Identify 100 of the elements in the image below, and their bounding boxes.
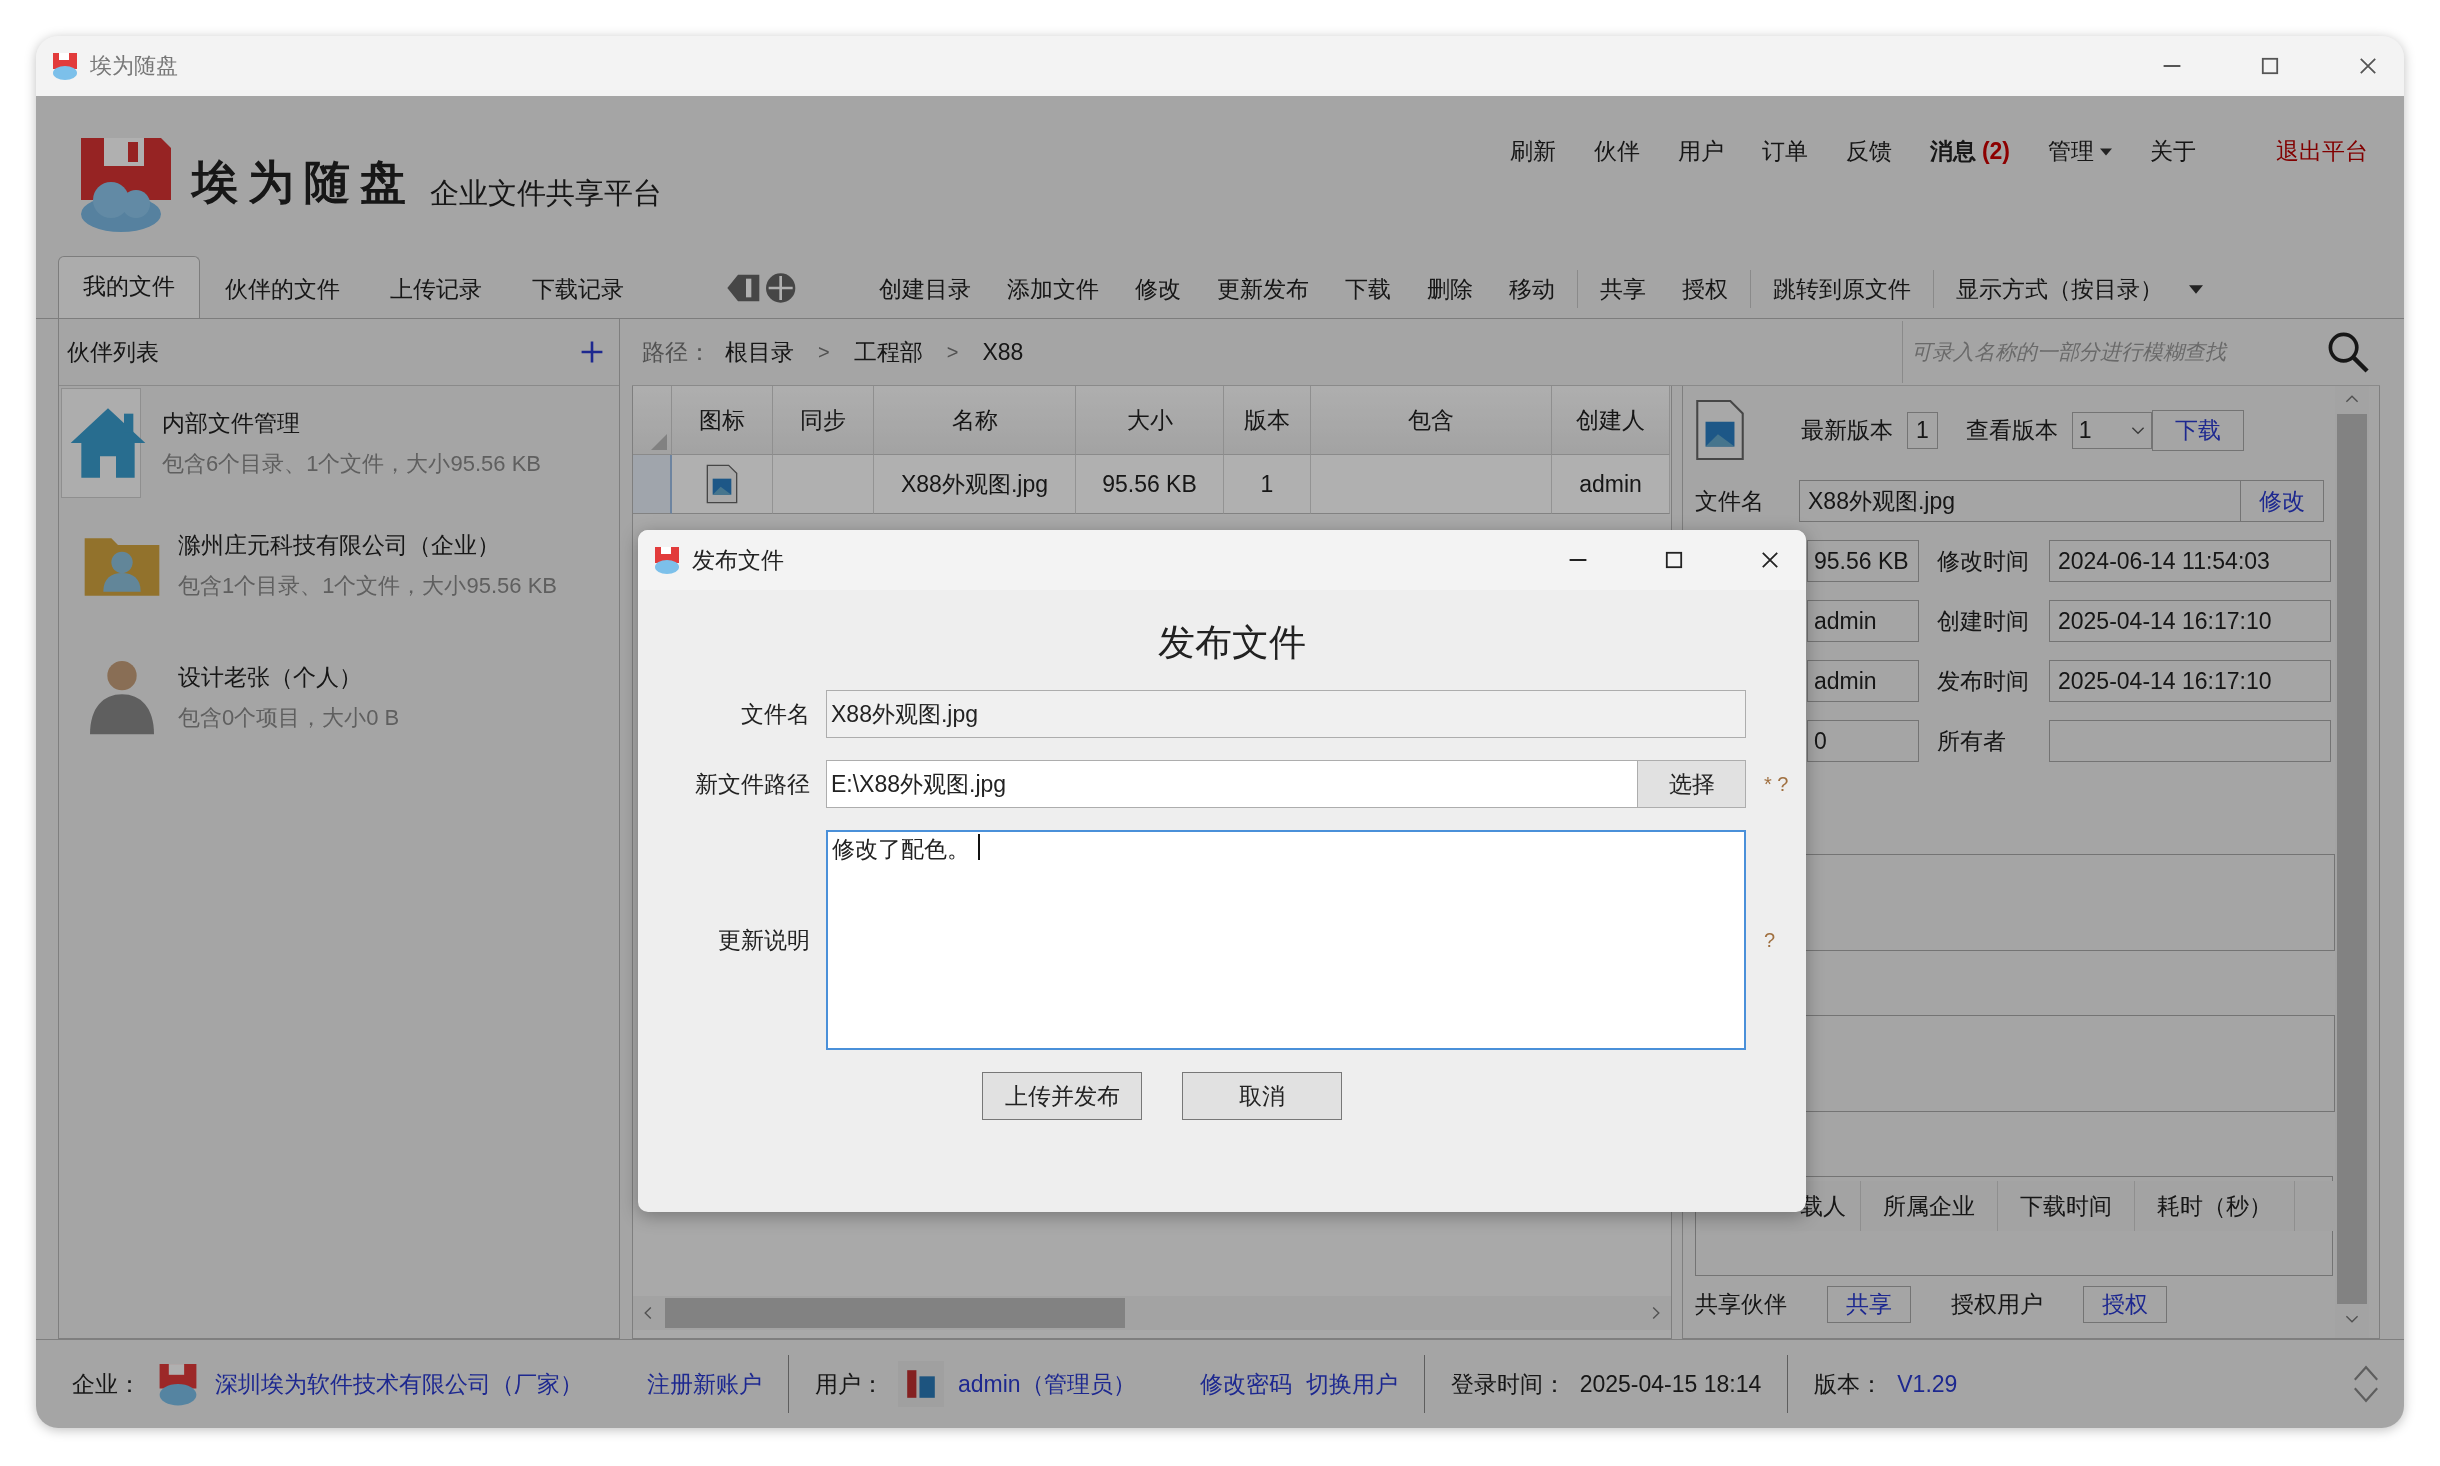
tab[interactable]: 下载记录 [507, 259, 649, 318]
login-time: 2025-04-15 18:14 [1579, 1370, 1762, 1398]
messages-link[interactable]: 消息 (2) [1929, 136, 2010, 167]
toolbar-button[interactable]: 共享 [1582, 260, 1664, 318]
partner-name: 设计老张（个人） [178, 662, 363, 692]
toolbar-button[interactable]: 修改 [1117, 260, 1199, 318]
breadcrumb-separator: > [946, 340, 959, 364]
window-title: 埃为随盘 [90, 52, 178, 80]
info-field: admin [1807, 600, 1919, 642]
toolbar-button[interactable]: 移动 [1491, 260, 1573, 318]
field-label: 授权用户 [1951, 1290, 2043, 1319]
search-icon[interactable] [2326, 330, 2370, 374]
menu-link[interactable]: 用户 [1677, 136, 1724, 167]
expand-collapse-icon[interactable] [2352, 1363, 2380, 1405]
toolbar-button[interactable]: 添加文件 [989, 260, 1117, 318]
version-select[interactable]: 1 [2071, 411, 2152, 449]
change-password-link[interactable]: 修改密码 [1199, 1368, 1292, 1400]
field-label: 文件名 [1695, 486, 1765, 516]
brand-subtitle: 企业文件共享平台 [430, 176, 662, 211]
horizontal-scrollbar[interactable] [633, 1296, 1671, 1330]
toolbar-button[interactable]: 创建目录 [861, 260, 989, 318]
breadcrumb-separator: > [818, 340, 830, 364]
field-label: 发布时间 [1937, 666, 2030, 696]
dialog-heading: 发布文件 [1157, 621, 1307, 665]
view-mode-dropdown[interactable]: 显示方式（按目录） [1938, 260, 2221, 318]
file-path-field[interactable]: E:\X88外观图.jpg [826, 760, 1638, 808]
column-header[interactable]: 名称 [874, 386, 1076, 455]
partner-item[interactable]: 设计老张（个人） 包含0个项目，大小0 B [61, 632, 617, 762]
partner-detail: 包含6个目录、1个文件，大小95.56 KB [162, 449, 541, 478]
field-label: 创建时间 [1937, 606, 2030, 636]
breadcrumb[interactable]: 根目录 [725, 336, 794, 368]
panel-title: 伙伴列表 [67, 337, 159, 367]
tab[interactable]: 伙伴的文件 [200, 259, 365, 318]
caret-icon [2189, 284, 2203, 294]
column-header[interactable]: 包含 [1311, 386, 1552, 455]
table-cell: admin [1552, 455, 1670, 514]
toolbar-button[interactable]: 授权 [1664, 260, 1746, 318]
field-label: 更新说明 [717, 925, 810, 955]
choose-button[interactable]: 选择 [1638, 760, 1746, 808]
dialog-title: 发布文件 [692, 545, 784, 575]
field-label: 修改时间 [1937, 546, 2030, 576]
field-label: 文件名 [740, 699, 810, 729]
table-cell: X88外观图.jpg [874, 455, 1076, 514]
field-label: 查看版本 [1965, 415, 2058, 445]
version-label: 版本： [1814, 1369, 1884, 1399]
authorize-button[interactable]: 授权 [2083, 1286, 2167, 1323]
menu-link[interactable]: 伙伴 [1593, 136, 1640, 167]
image-file-icon [706, 464, 738, 504]
toolbar-button[interactable]: 删除 [1409, 260, 1491, 318]
description-field[interactable]: 修改了配色。 [826, 830, 1746, 1050]
info-field: 2025-04-14 16:17:10 [2049, 600, 2331, 642]
partner-item[interactable]: 滁州庄元科技有限公司（企业） 包含1个目录、1个文件，大小95.56 KB [61, 500, 617, 630]
add-icon[interactable] [579, 339, 605, 365]
breadcrumb[interactable]: 工程部 [853, 336, 923, 368]
field-label: 最新版本 [1801, 415, 1893, 445]
dialog-button[interactable]: 取消 [1182, 1072, 1342, 1120]
user-link[interactable]: admin（管理员） [958, 1368, 1136, 1400]
toolbar-button[interactable]: 跳转到原文件 [1755, 260, 1929, 318]
menu-dropdown[interactable]: 管理 [2048, 136, 2112, 167]
chevron-down-icon [2130, 425, 2145, 435]
switch-user-link[interactable]: 切换用户 [1305, 1368, 1398, 1400]
menu-link[interactable]: 刷新 [1509, 136, 1556, 167]
column-header[interactable]: 版本 [1224, 386, 1311, 455]
info-field: 2025-04-14 16:17:10 [2049, 660, 2331, 702]
logout-link[interactable]: 退出平台 [2276, 136, 2368, 167]
column-header[interactable]: 创建人 [1552, 386, 1670, 455]
breadcrumb[interactable]: X88 [982, 338, 1024, 366]
info-field: 95.56 KB [1807, 540, 1919, 582]
column-header[interactable]: 同步 [773, 386, 874, 455]
file-name-field: X88外观图.jpg [1799, 480, 2241, 522]
menu-link[interactable]: 反馈 [1845, 136, 1892, 167]
info-field: 2024-06-14 11:54:03 [2049, 540, 2331, 582]
tab[interactable]: 我的文件 [58, 256, 200, 318]
share-button[interactable]: 共享 [1827, 1286, 1911, 1323]
help-marker[interactable]: * ? [1764, 772, 1789, 796]
file-name-field[interactable]: X88外观图.jpg [826, 690, 1746, 738]
register-link[interactable]: 注册新账户 [647, 1368, 762, 1400]
partner-name: 滁州庄元科技有限公司（企业） [178, 530, 501, 560]
login-time-label: 登录时间： [1450, 1369, 1566, 1399]
column-header[interactable]: 图标 [672, 386, 773, 455]
menu-link[interactable]: 关于 [2150, 136, 2196, 167]
table-cell: 95.56 KB [1076, 455, 1224, 514]
company-label: 企业： [72, 1369, 141, 1399]
download-button[interactable]: 下载 [2151, 409, 2244, 451]
version-number: V1.29 [1897, 1370, 1958, 1398]
company-link[interactable]: 深圳埃为软件技术有限公司（厂家） [215, 1368, 583, 1400]
tab[interactable]: 上传记录 [365, 259, 507, 318]
dialog-button[interactable]: 上传并发布 [982, 1072, 1142, 1120]
app-logo-icon [652, 545, 682, 575]
rename-button[interactable]: 修改 [2241, 480, 2324, 522]
help-marker[interactable]: ? [1764, 928, 1776, 952]
column-header[interactable]: 大小 [1076, 386, 1224, 455]
field-label: 共享伙伴 [1695, 1290, 1787, 1319]
info-field: admin [1807, 660, 1919, 702]
toolbar-button[interactable]: 下载 [1327, 260, 1409, 318]
toolbar-button[interactable]: 更新发布 [1199, 260, 1327, 318]
field-label: 新文件路径 [694, 769, 810, 799]
latest-version-field: 1 [1907, 411, 1938, 449]
menu-link[interactable]: 订单 [1761, 136, 1808, 167]
row-header [633, 455, 672, 514]
